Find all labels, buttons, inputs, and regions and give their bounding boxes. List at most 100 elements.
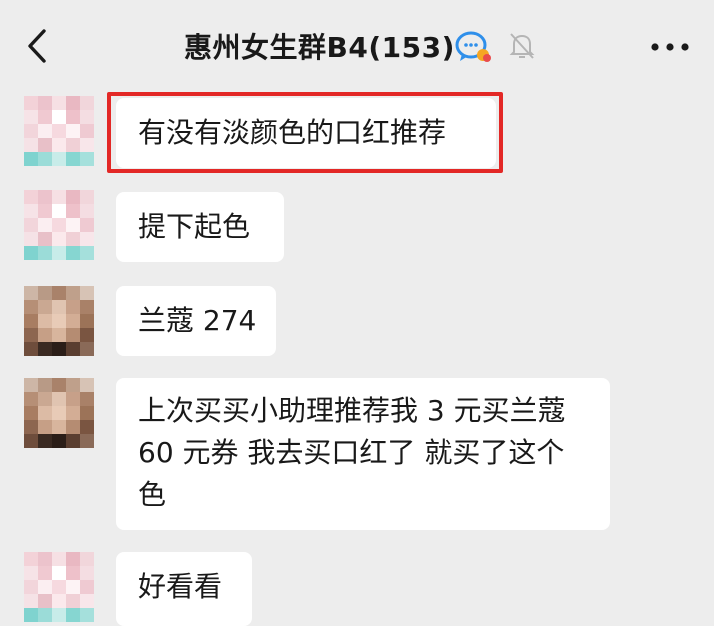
- avatar-pixel: [52, 608, 66, 622]
- avatar-pixel: [24, 190, 38, 204]
- avatar-pixel: [80, 580, 94, 594]
- avatar-pixel: [38, 246, 52, 260]
- message-bubble: 兰蔻 274: [116, 286, 276, 356]
- highlight-box: [107, 92, 503, 173]
- avatar-pixel: [24, 566, 38, 580]
- avatar-pixel: [24, 420, 38, 434]
- message-text-line: 上次买买小助理推荐我 3 元买兰蔻: [138, 394, 566, 427]
- more-dots-icon[interactable]: [650, 42, 690, 52]
- avatar-pixel: [52, 342, 66, 356]
- avatar-pixel: [52, 552, 66, 566]
- avatar-pixel: [52, 594, 66, 608]
- avatar-pixel: [52, 286, 66, 300]
- avatar-pixel: [52, 124, 66, 138]
- avatar-pixel: [24, 594, 38, 608]
- avatar-pixel: [66, 286, 80, 300]
- avatar-pixel: [38, 406, 52, 420]
- avatar-pixel: [52, 328, 66, 342]
- avatar-pixel: [52, 420, 66, 434]
- avatar-pixel: [24, 434, 38, 448]
- avatar-pixel: [24, 204, 38, 218]
- avatar-pixel: [52, 110, 66, 124]
- avatar-pixel: [52, 378, 66, 392]
- group-chat-icon[interactable]: [454, 30, 492, 64]
- avatar-pixel: [80, 190, 94, 204]
- avatar-pixel: [24, 124, 38, 138]
- avatar-pixel: [80, 608, 94, 622]
- avatar-pixel: [66, 190, 80, 204]
- chevron-left-icon[interactable]: [22, 28, 52, 64]
- avatar-pixel: [38, 342, 52, 356]
- message-bubble: 上次买买小助理推荐我 3 元买兰蔻 60 元券 我去买口红了 就买了这个 色: [116, 378, 610, 530]
- message-bubble: 提下起色: [116, 192, 284, 262]
- avatar-pixel: [24, 138, 38, 152]
- avatar-pixel: [24, 286, 38, 300]
- avatar-pixel: [66, 152, 80, 166]
- avatar-pixel: [66, 232, 80, 246]
- avatar-pixel: [80, 246, 94, 260]
- avatar-pixel: [80, 420, 94, 434]
- avatar[interactable]: [24, 552, 94, 622]
- avatar-pixel: [24, 342, 38, 356]
- message-bubble: 好看看: [116, 552, 252, 626]
- avatar-pixel: [80, 392, 94, 406]
- avatar-pixel: [38, 608, 52, 622]
- avatar-pixel: [38, 152, 52, 166]
- avatar-pixel: [52, 406, 66, 420]
- avatar-pixel: [80, 96, 94, 110]
- avatar-pixel: [66, 300, 80, 314]
- avatar-pixel: [80, 204, 94, 218]
- avatar-pixel: [38, 218, 52, 232]
- mute-bell-icon: [509, 33, 535, 59]
- avatar[interactable]: [24, 378, 94, 448]
- avatar-pixel: [24, 552, 38, 566]
- chat-title: 惠州女生群B4(153): [184, 31, 455, 64]
- avatar-pixel: [52, 218, 66, 232]
- avatar-pixel: [66, 594, 80, 608]
- avatar-pixel: [52, 580, 66, 594]
- avatar-pixel: [38, 300, 52, 314]
- avatar-pixel: [24, 152, 38, 166]
- avatar-pixel: [38, 328, 52, 342]
- avatar-pixel: [66, 218, 80, 232]
- avatar-pixel: [24, 406, 38, 420]
- avatar-pixel: [66, 204, 80, 218]
- avatar-pixel: [66, 378, 80, 392]
- avatar-pixel: [52, 300, 66, 314]
- avatar-pixel: [24, 110, 38, 124]
- avatar-pixel: [38, 314, 52, 328]
- message-text: 兰蔻 274: [138, 304, 257, 337]
- avatar-pixel: [24, 96, 38, 110]
- avatar-pixel: [80, 328, 94, 342]
- avatar[interactable]: [24, 286, 94, 356]
- avatar-pixel: [38, 110, 52, 124]
- avatar-pixel: [52, 314, 66, 328]
- avatar-pixel: [24, 608, 38, 622]
- avatar-pixel: [66, 434, 80, 448]
- avatar-pixel: [66, 342, 80, 356]
- message-text: 提下起色: [138, 210, 251, 243]
- avatar-pixel: [66, 420, 80, 434]
- avatar-pixel: [80, 110, 94, 124]
- avatar-pixel: [66, 552, 80, 566]
- avatar-pixel: [80, 218, 94, 232]
- avatar-pixel: [38, 138, 52, 152]
- avatar-pixel: [80, 594, 94, 608]
- avatar-pixel: [66, 96, 80, 110]
- avatar-pixel: [24, 218, 38, 232]
- avatar-pixel: [52, 246, 66, 260]
- avatar-pixel: [24, 392, 38, 406]
- avatar[interactable]: [24, 96, 94, 166]
- avatar-pixel: [80, 434, 94, 448]
- avatar-pixel: [80, 300, 94, 314]
- avatar-pixel: [80, 124, 94, 138]
- avatar-pixel: [80, 286, 94, 300]
- avatar-pixel: [52, 96, 66, 110]
- avatar-pixel: [66, 580, 80, 594]
- avatar-pixel: [80, 232, 94, 246]
- avatar-pixel: [38, 232, 52, 246]
- avatar-pixel: [24, 300, 38, 314]
- avatar[interactable]: [24, 190, 94, 260]
- avatar-pixel: [38, 580, 52, 594]
- avatar-pixel: [38, 204, 52, 218]
